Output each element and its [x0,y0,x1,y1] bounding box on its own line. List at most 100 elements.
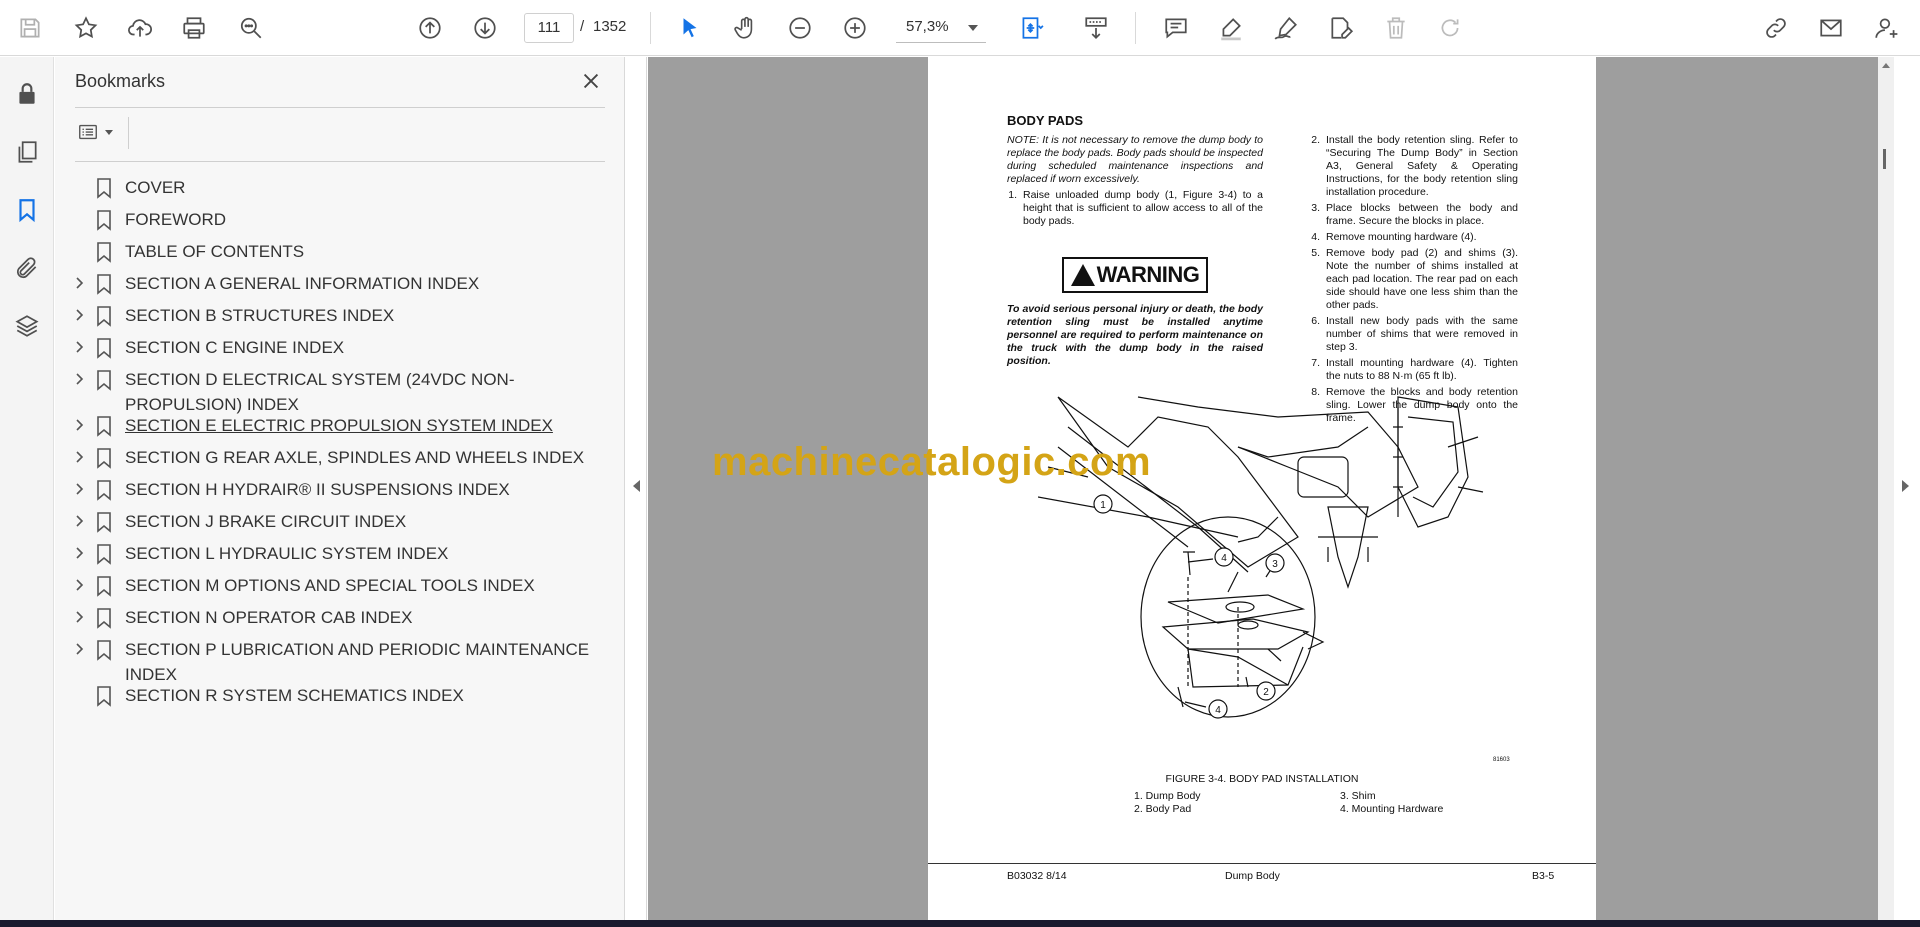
bookmark-label: SECTION E ELECTRIC PROPULSION SYSTEM IND… [125,416,553,435]
step-text: Remove body pad (2) and shims (3). Note … [1326,247,1518,311]
vertical-scrollbar[interactable] [1878,57,1894,920]
list-options-icon [79,124,97,140]
chevron-right-icon[interactable] [71,545,87,561]
bookmark-icon [95,479,113,501]
callout-label: 4 [1221,553,1227,564]
step-text: Remove mounting hardware (4). [1326,231,1477,243]
find-icon[interactable] [233,10,269,46]
bookmark-label: SECTION J BRAKE CIRCUIT INDEX [125,512,407,531]
next-page-icon[interactable] [467,10,503,46]
scrollbar-thumb[interactable] [1883,149,1886,169]
zoom-out-icon[interactable] [782,10,818,46]
left-column: NOTE: It is not necessary to remove the … [1007,134,1263,228]
print-icon[interactable] [176,10,212,46]
callout-label: 4 [1215,705,1221,716]
bookmark-label: FOREWORD [125,210,227,229]
draw-pen-icon[interactable] [1268,10,1304,46]
list-item: 7. Install mounting hardware (4). Tighten… [1311,357,1518,382]
divider [128,117,129,149]
document-page: BODY PADS NOTE: It is not necessary to r… [928,57,1596,920]
bookmark-label: SECTION P LUBRICATION AND PERIODIC MAINT… [125,640,590,684]
star-icon[interactable] [68,10,104,46]
page-number-input[interactable]: 111 [524,13,574,43]
bookmark-icon [95,415,113,437]
chevron-right-icon[interactable] [71,481,87,497]
comment-icon[interactable] [1158,10,1194,46]
figure-code: 81603 [1493,757,1510,763]
email-icon[interactable] [1813,10,1849,46]
watermark-text: machinecatalogic.com [712,440,1152,484]
collapse-right-panel-button[interactable] [1894,57,1920,920]
bookmark-icon [95,337,113,359]
bookmark-label: SECTION D ELECTRICAL SYSTEM (24VDC NON-P… [125,370,515,414]
divider [75,107,605,108]
navigation-rail [0,57,54,920]
zoom-level-dropdown[interactable]: 57,3% [896,13,986,43]
footer-section-title: Dump Body [1225,870,1280,882]
edit-text-icon[interactable] [1323,10,1359,46]
collapse-left-panel-button[interactable] [626,57,647,920]
bookmark-label: TABLE OF CONTENTS [125,242,305,261]
bookmark-icon [95,575,113,597]
redo-icon[interactable] [1432,10,1468,46]
bookmark-icon [95,209,113,231]
chevron-right-icon[interactable] [71,641,87,657]
bookmarks-icon[interactable] [10,193,44,227]
zoom-in-icon[interactable] [837,10,873,46]
close-icon[interactable] [577,67,605,95]
figure-legend-right: 3. Shim 4. Mounting Hardware [1340,790,1444,815]
bookmark-icon [95,685,113,707]
divider [75,161,605,162]
step-text: Place blocks between the body and frame.… [1326,202,1518,227]
footer-rule [928,863,1596,864]
chevron-right-icon [1902,480,1909,492]
bookmark-label: SECTION R SYSTEM SCHEMATICS INDEX [125,686,464,705]
warning-text: To avoid serious personal injury or deat… [1007,303,1263,367]
layers-icon[interactable] [10,309,44,343]
scroll-up-icon[interactable] [1882,63,1890,68]
bookmark-icon [95,511,113,533]
highlight-pen-icon[interactable] [1213,10,1249,46]
save-icon[interactable] [12,10,48,46]
page-separator: / [580,18,585,35]
list-item: 6. Install new body pads with the same nu… [1311,315,1518,353]
chevron-right-icon[interactable] [71,449,87,465]
figure-legend-left: 1. Dump Body 2. Body Pad [1134,790,1201,815]
bookmarks-panel-title: Bookmarks [75,71,166,91]
chevron-right-icon[interactable] [71,371,87,387]
warning-triangle-icon [1070,264,1095,286]
bookmark-icon [95,273,113,295]
hand-tool-icon[interactable] [728,10,764,46]
bookmark-icon [95,369,113,391]
chevron-down-icon [968,25,978,31]
select-cursor-icon[interactable] [672,10,708,46]
bookmark-label: SECTION H HYDRAIR® II SUSPENSIONS INDEX [125,480,510,499]
page-fit-icon[interactable] [1008,10,1054,46]
list-item: 4. Remove mounting hardware (4). [1310,231,1518,244]
scroll-mode-icon[interactable] [1078,10,1114,46]
previous-page-icon[interactable] [412,10,448,46]
bookmark-icon [95,447,113,469]
chevron-right-icon[interactable] [71,577,87,593]
delete-icon[interactable] [1378,10,1414,46]
step-text: Raise unloaded dump body (1, Figure 3-4)… [1023,189,1263,227]
step-text: Install new body pads with the same numb… [1326,315,1518,353]
chevron-left-icon [633,480,640,492]
step-text: Install mounting hardware (4). Tighten t… [1326,357,1518,382]
chevron-right-icon[interactable] [71,339,87,355]
step-text: Install the body retention sling. Refer … [1326,134,1518,198]
chevron-right-icon[interactable] [71,307,87,323]
share-link-icon[interactable] [1758,10,1794,46]
chevron-right-icon[interactable] [71,609,87,625]
page-thumbnails-icon[interactable] [10,135,44,169]
bookmark-options-button[interactable] [75,117,119,147]
chevron-right-icon[interactable] [71,417,87,433]
account-icon[interactable] [1868,10,1904,46]
lock-icon[interactable] [10,77,44,111]
chevron-right-icon[interactable] [71,275,87,291]
list-item: 5. Remove body pad (2) and shims (3). Not… [1311,247,1518,311]
cloud-upload-icon[interactable] [122,10,158,46]
attachments-icon[interactable] [10,251,44,285]
chevron-right-icon[interactable] [71,513,87,529]
callout-label: 2 [1263,687,1269,698]
